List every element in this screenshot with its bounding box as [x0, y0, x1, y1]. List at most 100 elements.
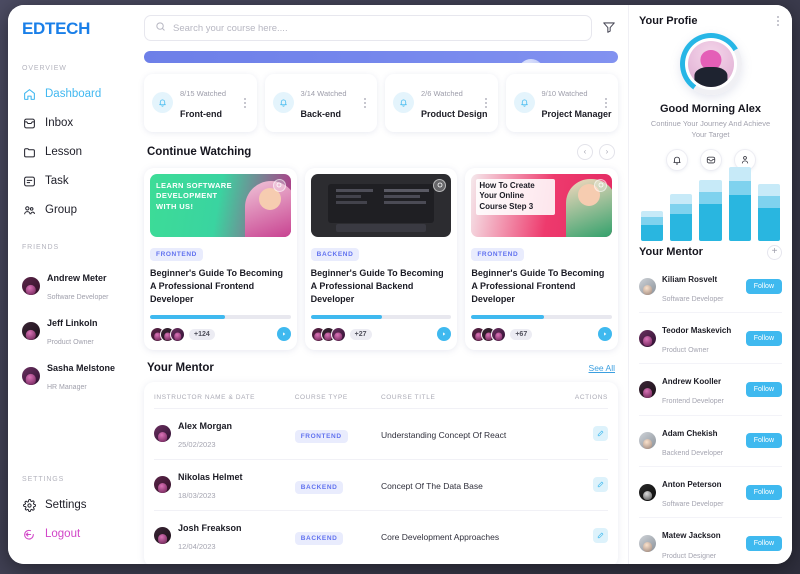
see-all-link[interactable]: See All: [589, 363, 615, 373]
sidebar-item-label: Inbox: [45, 117, 74, 129]
sidebar-item-lesson[interactable]: Lesson: [8, 139, 136, 165]
bell-icon: [393, 92, 414, 114]
progress-bar: [310, 314, 452, 319]
progress-bar: [471, 314, 613, 319]
bookmark-icon[interactable]: [594, 178, 608, 192]
follow-button[interactable]: Follow: [745, 279, 782, 295]
message-icon[interactable]: [699, 148, 722, 171]
mentor-list-item[interactable]: Anton Peterson Software Developer Follow: [639, 467, 782, 519]
course-cards-row: LEARN SOFTWARE DEVELOPMENT WITH US! FRON…: [144, 167, 619, 350]
greeting-subtitle-line1: Continue Your Journey And Achieve: [650, 119, 771, 128]
mentor-role: Product Designer: [662, 552, 717, 560]
course-card[interactable]: How To Create Your Online Course Step 3 …: [465, 167, 619, 350]
follow-button[interactable]: Follow: [745, 330, 782, 346]
course-thumbnail: [310, 173, 452, 237]
participants-stack: +124: [150, 326, 215, 342]
more-options-icon[interactable]: [602, 97, 610, 108]
mentor-name: Anton Peterson: [662, 480, 722, 489]
avatar: [154, 527, 171, 545]
search-input[interactable]: [173, 22, 581, 34]
table-row[interactable]: Alex Morgan 25/02/2023 FRONTEND Understa…: [154, 407, 608, 460]
more-options-icon[interactable]: [482, 97, 490, 108]
stat-card[interactable]: 8/15 Watched Front-end: [144, 74, 257, 132]
mentor-list-item[interactable]: Kiliam Rosvelt Software Developer Follow: [639, 262, 782, 313]
mentor-list-item[interactable]: Andrew Kooller Frontend Developer Follow: [639, 364, 782, 416]
mentor-panel: Your Mentor + Kiliam Rosvelt Software De…: [639, 244, 782, 565]
mentor-name: Adam Chekish: [662, 428, 718, 438]
play-course-button[interactable]: [598, 327, 613, 342]
bell-icon: [272, 92, 294, 114]
mentor-table-header: Your Mentor See All: [144, 362, 618, 374]
section-title: Your Mentor: [147, 361, 214, 374]
friend-item[interactable]: Jeff Linkoln Product Owner: [8, 309, 136, 354]
sidebar-item-logout[interactable]: Logout: [8, 521, 136, 547]
sidebar-item-inbox[interactable]: Inbox: [8, 110, 136, 136]
avatar: [154, 425, 171, 443]
play-course-button[interactable]: [276, 327, 291, 342]
carousel-prev-icon[interactable]: ‹: [577, 143, 593, 160]
table-row[interactable]: Nikolas Helmet 18/03/2023 BACKEND Concep…: [154, 458, 608, 511]
course-title: Understanding Concept Of React: [380, 429, 507, 440]
search-box[interactable]: [144, 15, 592, 41]
carousel-next-icon[interactable]: ›: [599, 143, 615, 160]
mentor-role: Backend Developer: [662, 449, 724, 457]
course-type-badge: BACKEND: [294, 480, 344, 494]
mentor-name: Teodor Maskevich: [662, 325, 732, 335]
more-options-icon[interactable]: [241, 97, 249, 108]
profile-block: Good Morning Alex Continue Your Journey …: [639, 33, 782, 171]
right-panel: Your Profie Good Morning Alex Continue Y…: [628, 5, 792, 564]
sidebar-item-dashboard[interactable]: Dashboard: [8, 81, 136, 107]
greeting-text: Good Morning Alex: [659, 103, 762, 115]
participants-count: +124: [189, 328, 215, 340]
follow-button[interactable]: Follow: [745, 536, 782, 552]
mentor-list-item[interactable]: Matew Jackson Product Designer Follow: [639, 518, 782, 564]
bookmark-icon[interactable]: [433, 178, 447, 192]
sidebar-item-task[interactable]: Task: [8, 168, 136, 194]
mentor-panel-header: Your Mentor +: [639, 244, 782, 260]
mentor-list-item[interactable]: Adam Chekish Backend Developer Follow: [639, 416, 782, 467]
follow-button[interactable]: Follow: [745, 484, 782, 500]
mentor-table-card: INSTRUCTOR NAME & DATE COURSE TYPE COURS…: [144, 381, 618, 564]
sidebar-item-label: Group: [45, 204, 77, 216]
home-icon: [22, 87, 36, 101]
course-title: Beginner's Guide To Becoming A Professio…: [150, 267, 283, 304]
chart-bar: [670, 193, 693, 241]
edit-icon[interactable]: [593, 426, 608, 442]
edit-icon[interactable]: [593, 528, 608, 544]
friend-item[interactable]: Andrew Meter Software Developer: [8, 264, 136, 309]
stat-card[interactable]: 3/14 Watched Back-end: [264, 74, 377, 132]
course-card[interactable]: LEARN SOFTWARE DEVELOPMENT WITH US! FRON…: [144, 167, 297, 350]
more-options-icon[interactable]: [361, 97, 369, 108]
chart-bar: [728, 166, 751, 241]
edit-icon[interactable]: [593, 477, 608, 493]
table-header-row: INSTRUCTOR NAME & DATE COURSE TYPE COURS…: [154, 386, 608, 409]
sidebar-section-settings: SETTINGS: [22, 476, 65, 483]
play-course-button[interactable]: [437, 327, 452, 342]
sidebar-item-group[interactable]: Group: [8, 197, 136, 223]
table-row[interactable]: Josh Freakson 12/04/2023 BACKEND Core De…: [154, 509, 608, 561]
friend-item[interactable]: Sasha Melstone HR Manager: [8, 354, 136, 399]
avatar: [330, 326, 346, 342]
follow-button[interactable]: Follow: [745, 381, 782, 397]
bookmark-icon[interactable]: [272, 178, 286, 192]
bell-icon[interactable]: [665, 148, 688, 171]
stat-card[interactable]: 2/6 Watched Product Design: [385, 74, 498, 132]
profile-panel-header: Your Profie: [639, 15, 782, 27]
course-card[interactable]: BACKEND Beginner's Guide To Becoming A P…: [304, 167, 458, 350]
more-options-icon[interactable]: [774, 16, 782, 26]
course-tag: FRONTEND: [150, 247, 203, 261]
filter-icon[interactable]: [602, 20, 618, 36]
friend-name: Andrew Meter: [47, 273, 107, 283]
participants-stack: +27: [310, 326, 372, 342]
course-thumbnail: LEARN SOFTWARE DEVELOPMENT WITH US!: [150, 173, 291, 237]
thumbnail-text: LEARN SOFTWARE DEVELOPMENT WITH US!: [156, 180, 233, 212]
progress-bar: [150, 314, 291, 319]
course-title: Beginner's Guide To Becoming A Professio…: [310, 267, 444, 304]
promo-banner: ONLINE COURSE Sharpen Your Skills With P…: [144, 51, 618, 63]
sidebar-item-settings[interactable]: Settings: [8, 492, 136, 518]
mentor-list-item[interactable]: Teodor Maskevich Product Owner Follow: [639, 313, 782, 365]
follow-button[interactable]: Follow: [745, 433, 782, 449]
add-mentor-icon[interactable]: +: [767, 244, 782, 260]
main-content: ONLINE COURSE Sharpen Your Skills With P…: [136, 5, 628, 564]
stat-card[interactable]: 9/10 Watched Project Manager: [505, 74, 618, 132]
